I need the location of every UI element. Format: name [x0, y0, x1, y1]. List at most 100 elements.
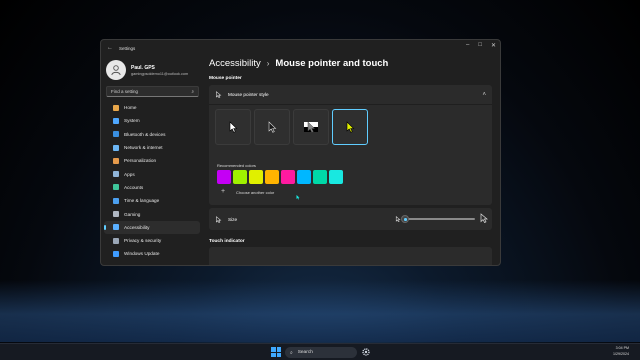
- sidebar-item-label: Bluetooth & devices: [124, 131, 166, 137]
- black-cursor-icon: [268, 121, 277, 133]
- color-swatch[interactable]: [281, 170, 295, 184]
- sidebar-item-network[interactable]: Network & internet: [104, 141, 200, 154]
- windows-start-icon[interactable]: [271, 347, 281, 357]
- sidebar-item-label: Time & language: [124, 198, 160, 204]
- network-icon: [113, 144, 119, 151]
- pointer-style-options: [209, 104, 492, 145]
- settings-gear-icon[interactable]: [361, 347, 371, 357]
- system-icon: [113, 117, 119, 124]
- sidebar-item-label: Network & internet: [124, 145, 163, 151]
- back-arrow-icon[interactable]: ←: [107, 45, 113, 51]
- pointer-style-white[interactable]: [215, 109, 251, 145]
- color-swatch[interactable]: [297, 170, 311, 184]
- taskbar: ⌕ Search 3:04 PM 1/29/2024: [0, 343, 640, 360]
- sidebar-item-label: System: [124, 118, 140, 124]
- shield-icon: [113, 237, 119, 244]
- desktop-background: [0, 280, 640, 342]
- pointer-style-header[interactable]: Mouse pointer style ˄: [209, 85, 492, 104]
- breadcrumb-separator-icon: ›: [266, 59, 270, 68]
- profile-name: Paul. GPS: [131, 64, 155, 71]
- sidebar-item-apps[interactable]: Apps: [104, 167, 200, 180]
- sidebar-item-personalization[interactable]: Personalization: [104, 154, 200, 167]
- sidebar-item-privacy[interactable]: Privacy & security: [104, 234, 200, 247]
- size-slider-thumb[interactable]: [401, 215, 409, 223]
- apps-icon: [113, 171, 119, 178]
- close-icon[interactable]: ✕: [491, 42, 496, 49]
- clock-time: 3:04 PM: [615, 346, 629, 350]
- color-swatch[interactable]: [265, 170, 279, 184]
- custom-color-cursor-icon: [346, 121, 355, 133]
- sidebar-item-label: Personalization: [124, 158, 157, 164]
- breadcrumb-parent[interactable]: Accessibility: [209, 58, 261, 69]
- section-touch-indicator: Touch indicator: [209, 239, 245, 244]
- mouse-cursor-icon: [296, 195, 300, 200]
- sidebar-item-system[interactable]: System: [104, 114, 200, 127]
- pointer-style-icon: [216, 91, 222, 98]
- settings-window: ← Settings – □ ✕ Paul. GPS gamingpsoldem…: [100, 39, 501, 266]
- sidebar-item-label: Gaming: [124, 211, 141, 217]
- sidebar-item-label: Accessibility: [124, 224, 150, 230]
- sidebar-nav: Home System Bluetooth & devices Network …: [101, 101, 202, 261]
- pointer-style-label: Mouse pointer style: [228, 92, 269, 97]
- pointer-style-card: Mouse pointer style ˄ Recommended colors: [209, 85, 492, 205]
- pointer-style-black[interactable]: [254, 109, 290, 145]
- pointer-style-inverted[interactable]: [293, 109, 329, 145]
- sidebar-item-home[interactable]: Home: [104, 101, 200, 114]
- color-swatch[interactable]: [249, 170, 263, 184]
- bluetooth-icon: [113, 131, 119, 138]
- windows-update-icon: [113, 250, 119, 257]
- profile-card[interactable]: Paul. GPS gamingpsoldemo11@outlook.com: [101, 56, 202, 86]
- breadcrumb: Accessibility › Mouse pointer and touch: [209, 58, 492, 69]
- user-icon: [111, 65, 121, 76]
- taskbar-search-icon: ⌕: [290, 350, 293, 356]
- sidebar-item-label: Apps: [124, 171, 135, 177]
- choose-color-label: Choose another color: [236, 189, 275, 195]
- large-cursor-icon: [480, 213, 488, 223]
- section-mouse-pointer: Mouse pointer: [209, 76, 242, 81]
- search-icon: ⌕: [191, 89, 194, 94]
- time-language-icon: [113, 197, 119, 204]
- sidebar-item-accessibility[interactable]: Accessibility: [104, 220, 200, 234]
- taskbar-search[interactable]: ⌕ Search: [285, 347, 357, 358]
- search-placeholder: Find a setting: [111, 89, 139, 94]
- touch-indicator-card[interactable]: [209, 247, 492, 265]
- minimize-icon[interactable]: –: [466, 42, 469, 49]
- sidebar-item-accounts[interactable]: Accounts: [104, 181, 200, 194]
- accessibility-icon: [113, 224, 119, 231]
- personalization-icon: [113, 157, 119, 164]
- sidebar-item-time-language[interactable]: Time & language: [104, 194, 200, 207]
- size-cursor-icon: [216, 215, 222, 223]
- maximize-icon[interactable]: □: [478, 42, 482, 49]
- sidebar-item-label: Home: [124, 105, 137, 111]
- color-swatch[interactable]: [329, 170, 343, 184]
- chevron-up-icon[interactable]: ˄: [482, 92, 486, 98]
- sidebar-item-windows-update[interactable]: Windows Update: [104, 247, 200, 260]
- search-input[interactable]: Find a setting ⌕: [106, 86, 199, 97]
- window-title: Settings: [119, 45, 136, 51]
- choose-another-color[interactable]: + Choose another color: [217, 187, 492, 205]
- sidebar-item-label: Accounts: [124, 184, 144, 190]
- recommended-colors-label: Recommended colors: [217, 163, 256, 168]
- accounts-icon: [113, 184, 119, 191]
- color-swatch[interactable]: [233, 170, 247, 184]
- size-card: Size: [209, 208, 492, 230]
- sidebar-item-label: Privacy & security: [124, 238, 162, 244]
- clock-date: 1/29/2024: [613, 351, 629, 356]
- pointer-style-custom[interactable]: [332, 109, 368, 145]
- sidebar: Paul. GPS gamingpsoldemo11@outlook.com F…: [101, 56, 202, 265]
- taskbar-search-label: Search: [297, 350, 313, 355]
- color-swatch[interactable]: [313, 170, 327, 184]
- gaming-icon: [113, 211, 119, 218]
- sidebar-item-label: Windows Update: [124, 251, 160, 257]
- plus-icon: +: [220, 188, 226, 195]
- page-title: Mouse pointer and touch: [275, 58, 389, 69]
- white-cursor-icon: [229, 121, 238, 133]
- profile-email: gamingpsoldemo11@outlook.com: [131, 71, 189, 76]
- sidebar-item-bluetooth[interactable]: Bluetooth & devices: [104, 128, 200, 141]
- sidebar-item-gaming[interactable]: Gaming: [104, 207, 200, 220]
- window-controls: – □ ✕: [466, 42, 496, 49]
- main-content: Accessibility › Mouse pointer and touch …: [209, 56, 492, 265]
- size-slider[interactable]: [401, 215, 475, 223]
- system-clock[interactable]: 3:04 PM 1/29/2024: [613, 346, 629, 357]
- color-swatch[interactable]: [217, 170, 231, 184]
